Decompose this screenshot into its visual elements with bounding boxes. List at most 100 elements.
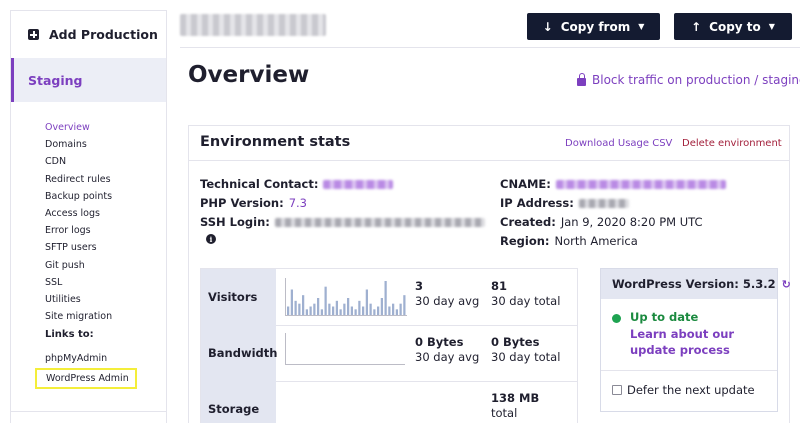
visitors-total-caption: 30 day total [491,294,561,308]
sparkline-bar [332,306,335,315]
defer-update-label: Defer the next update [627,383,755,397]
copy-from-label: Copy from [560,19,631,34]
sidebar-item-ssl[interactable]: SSL [45,274,112,291]
card-title: Environment stats [200,134,351,150]
page-title: Overview [188,62,310,88]
bandwidth-total: 0 Bytes 30 day total [491,335,560,365]
lock-icon [577,73,586,86]
sparkline-bar [339,309,342,315]
region-label: Region: [500,234,550,248]
wordpress-admin-label: WordPress Admin [46,373,129,384]
storage-row-label: Storage [201,381,276,423]
bandwidth-total-value: 0 Bytes [491,335,540,349]
sparkline-bar [347,298,350,315]
sparkline-bar [317,298,320,315]
sidebar-item-overview[interactable]: Overview [45,119,112,136]
sparkline-bar [354,309,357,315]
defer-update-checkbox[interactable] [612,385,622,395]
sparkline-bar [362,306,365,315]
sidebar-item-utilities[interactable]: Utilities [45,291,112,308]
sparkline-bar [328,303,331,315]
arrow-down-icon: ↓ [542,19,553,34]
sparkline-bar [369,303,372,315]
sparkline-bar [302,295,305,315]
block-traffic-label: Block traffic on production / staging [592,73,800,87]
sparkline-bar [399,303,402,315]
add-production-button[interactable]: Add Production [11,11,166,58]
usage-stats-table: Visitors Bandwidth Storage 3 30 day avg … [200,268,578,423]
php-version-label: PHP Version: [200,196,284,210]
sidebar-item-git-push[interactable]: Git push [45,257,112,274]
copy-to-button[interactable]: ↑ Copy to ▼ [674,13,792,40]
phpmyadmin-link[interactable]: phpMyAdmin [45,353,107,364]
environment-staging-tab[interactable]: Staging [11,58,166,102]
visitors-total: 81 30 day total [491,279,560,309]
sidebar-item-backup-points[interactable]: Backup points [45,188,112,205]
links-to-heading: Links to: [45,329,94,340]
storage-total-value: 138 MB [491,391,540,405]
wordpress-admin-link[interactable]: WordPress Admin [35,368,137,389]
ip-address-label: IP Address: [500,196,574,210]
sidebar-item-cdn[interactable]: CDN [45,153,112,170]
info-icon[interactable]: i [206,234,216,244]
staging-label: Staging [28,72,83,88]
ssh-login-redacted [274,217,485,227]
region-value: North America [554,234,638,248]
sparkline-bar [305,309,308,315]
ip-address: IP Address: [500,196,629,210]
cname: CNAME: [500,177,726,191]
sparkline-bar [384,281,387,315]
environment-stats-card: Environment stats Download Usage CSV Del… [188,125,791,423]
delete-environment-link[interactable]: Delete environment [682,138,782,149]
site-name-redacted [180,14,326,36]
block-traffic-link[interactable]: Block traffic on production / staging [577,73,800,87]
php-version-value[interactable]: 7.3 [289,196,307,210]
caret-down-icon: ▼ [638,22,645,31]
sidebar-item-redirect-rules[interactable]: Redirect rules [45,171,112,188]
visitors-total-value: 81 [491,279,508,293]
sparkline-bar [343,303,346,315]
sidebar-item-domains[interactable]: Domains [45,136,112,153]
copy-from-button[interactable]: ↓ Copy from ▼ [527,13,660,40]
panel-divider [601,370,777,371]
copy-to-label: Copy to [709,19,761,34]
wordpress-version-panel: WordPress Version: 5.3.2 ↻ Up to date Le… [600,268,791,412]
created-value: Jan 9, 2020 8:20 PM UTC [560,215,703,229]
ssh-login-label: SSH Login: [200,215,270,229]
wordpress-version-header: WordPress Version: 5.3.2 ↻ [601,269,791,299]
sidebar-item-sftp-users[interactable]: SFTP users [45,239,112,256]
technical-contact: Technical Contact: [200,177,394,191]
sparkline-bar [392,303,395,315]
sidebar-item-access-logs[interactable]: Access logs [45,205,112,222]
sparkline-bar [358,300,361,315]
sparkline-bar [313,303,316,315]
bandwidth-total-caption: 30 day total [491,350,561,364]
sidebar-item-site-migration[interactable]: Site migration [45,308,112,325]
arrow-up-icon: ↑ [691,19,702,34]
ssh-login: SSH Login: [200,215,485,229]
defer-update-option[interactable]: Defer the next update [612,383,755,397]
sparkline-bar [377,306,380,315]
sparkline-bar [350,306,353,315]
sparkline-bar [365,289,368,315]
status-dot-icon [612,314,621,323]
sidebar-divider [11,411,166,412]
sidebar-item-error-logs[interactable]: Error logs [45,222,112,239]
php-version: PHP Version: 7.3 [200,196,307,210]
bandwidth-row-label: Bandwidth [201,325,277,381]
update-status: Up to date [630,310,699,324]
sparkline-bar [395,309,398,315]
technical-contact-redacted [323,179,394,189]
created: Created: Jan 9, 2020 8:20 PM UTC [500,215,703,229]
cname-label: CNAME: [500,177,551,191]
technical-contact-label: Technical Contact: [200,177,319,191]
learn-update-process-link[interactable]: Learn about our update process [630,326,775,358]
visitors-avg-caption: 30 day avg [415,294,480,308]
sparkline-bar [320,309,323,315]
bandwidth-avg-caption: 30 day avg [415,350,480,364]
sparkline-bar [287,306,290,315]
card-divider [189,160,789,161]
refresh-icon[interactable]: ↻ [782,278,791,291]
download-usage-csv-link[interactable]: Download Usage CSV [565,138,672,149]
plus-icon [28,29,39,40]
